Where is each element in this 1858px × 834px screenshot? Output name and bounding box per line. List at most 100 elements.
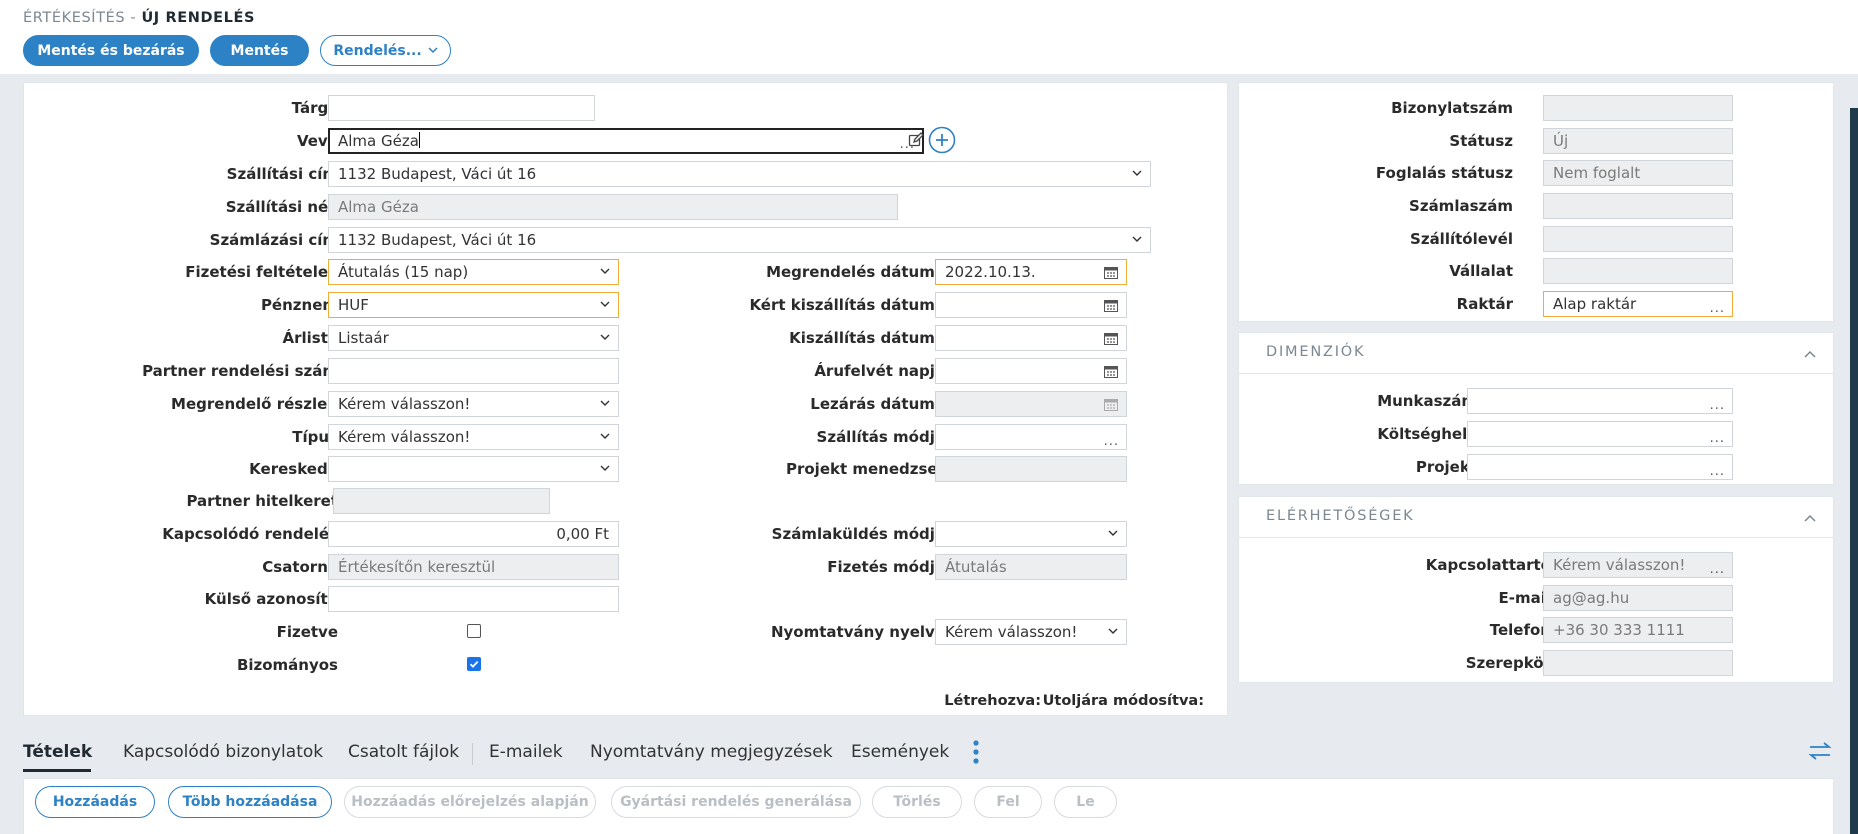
- print-language-select[interactable]: Kérem válasszon!: [935, 619, 1127, 645]
- add-button[interactable]: Hozzáadás: [35, 786, 155, 818]
- more-dots-icon[interactable]: ...: [1710, 399, 1725, 412]
- billing-address-select[interactable]: 1132 Budapest, Váci út 16: [328, 227, 1151, 253]
- company-label: Vállalat: [1449, 262, 1513, 280]
- price-list-select[interactable]: Listaár: [328, 325, 619, 351]
- project-input[interactable]: ...: [1467, 454, 1733, 480]
- calendar-icon[interactable]: [1104, 365, 1118, 378]
- tab-related-documents[interactable]: Kapcsolódó bizonylatok: [123, 740, 323, 764]
- reservation-status-field: Nem foglalt: [1543, 160, 1733, 186]
- more-dots-icon[interactable]: ...: [1710, 563, 1725, 576]
- email-field: ag@ag.hu: [1543, 585, 1733, 611]
- payment-terms-select[interactable]: Átutalás (15 nap): [328, 259, 619, 285]
- tab-emails[interactable]: E-mailek: [489, 740, 563, 764]
- partner-credit-limit-field: [333, 488, 550, 514]
- salesperson-select[interactable]: [328, 456, 619, 482]
- contacts-card: ELÉRHETŐSÉGEK Kapcsolattartó Kérem válas…: [1238, 496, 1834, 683]
- project-manager-label: Projekt menedzser: [785, 460, 945, 478]
- tab-attached-files[interactable]: Csatolt fájlok: [348, 740, 459, 764]
- delivery-date-input[interactable]: [935, 325, 1127, 351]
- goods-receipt-day-label: Árufelvét napja: [814, 362, 945, 380]
- chevron-up-icon[interactable]: [1804, 350, 1816, 358]
- more-dots-icon[interactable]: ...: [1710, 302, 1725, 315]
- subject-input[interactable]: [328, 95, 595, 121]
- invoice-sending-method-label: Számlaküldés módja: [771, 525, 945, 543]
- type-select[interactable]: Kérem válasszon!: [328, 424, 619, 450]
- ordering-department-select[interactable]: Kérem válasszon!: [328, 391, 619, 417]
- commission-checkbox[interactable]: [467, 657, 481, 671]
- job-number-input[interactable]: ...: [1467, 388, 1733, 414]
- customer-input[interactable]: Alma Géza ...: [328, 128, 924, 154]
- requested-delivery-date-input[interactable]: [935, 292, 1127, 318]
- salesperson-label: Kereskedő: [249, 460, 338, 478]
- chevron-down-icon: [600, 400, 610, 406]
- partner-credit-limit-label: Partner hitelkeret: [186, 492, 338, 510]
- delivery-date-label: Kiszállítás dátuma: [789, 329, 945, 347]
- related-order-input[interactable]: 0,00 Ft: [328, 521, 619, 547]
- type-value: Kérem válasszon!: [338, 428, 471, 446]
- chevron-down-icon: [1108, 530, 1118, 536]
- delivery-note-field: [1543, 226, 1733, 252]
- shipping-method-input[interactable]: ...: [935, 424, 1127, 450]
- closing-date-label: Lezárás dátuma: [810, 395, 945, 413]
- breadcrumb-parent[interactable]: ÉRTÉKESÍTÉS -: [23, 10, 136, 26]
- more-dots-icon[interactable]: ...: [1104, 435, 1119, 448]
- add-by-forecast-button: Hozzáadás előrejelzés alapján: [344, 786, 596, 818]
- payment-method-label: Fizetés módja: [827, 558, 945, 576]
- requested-delivery-date-label: Kért kiszállítás dátuma: [749, 296, 945, 314]
- save-and-close-button[interactable]: Mentés és bezárás: [23, 35, 199, 66]
- currency-value: HUF: [338, 296, 369, 314]
- add-customer-icon[interactable]: [928, 126, 956, 154]
- document-info-card: Bizonylatszám Státusz Új Foglalás státus…: [1238, 82, 1834, 322]
- page-scrollbar[interactable]: [1850, 108, 1858, 834]
- paid-checkbox[interactable]: [467, 624, 481, 638]
- delivery-note-label: Szállítólevél: [1410, 230, 1513, 248]
- add-multiple-button[interactable]: Több hozzáadása: [168, 786, 332, 818]
- more-dots-icon[interactable]: ...: [1710, 465, 1725, 478]
- payment-method-field: Átutalás: [935, 554, 1127, 580]
- tab-items[interactable]: Tételek: [23, 740, 92, 764]
- related-order-label: Kapcsolódó rendelés: [162, 525, 338, 543]
- paid-label: Fizetve: [276, 623, 338, 641]
- warehouse-value: Alap raktár: [1553, 295, 1637, 313]
- chevron-down-icon: [600, 465, 610, 471]
- delete-button: Törlés: [872, 786, 962, 818]
- currency-select[interactable]: HUF: [328, 292, 619, 318]
- external-id-input[interactable]: [328, 586, 619, 612]
- calendar-icon[interactable]: [1104, 332, 1118, 345]
- partner-order-number-input[interactable]: [328, 358, 619, 384]
- save-button[interactable]: Mentés: [210, 35, 309, 66]
- order-menu-button[interactable]: Rendelés...: [320, 35, 451, 66]
- order-date-input[interactable]: 2022.10.13.: [935, 259, 1127, 285]
- edit-icon[interactable]: [908, 132, 924, 148]
- calendar-icon[interactable]: [1104, 266, 1118, 279]
- document-number-label: Bizonylatszám: [1391, 99, 1513, 117]
- chevron-down-icon: [1132, 170, 1142, 176]
- commission-label: Bizományos: [236, 656, 338, 674]
- contact-person-input[interactable]: Kérem válasszon! ...: [1543, 552, 1733, 578]
- tab-events[interactable]: Események: [851, 740, 949, 764]
- page-title: ÚJ RENDELÉS: [141, 10, 255, 26]
- divider: [1239, 373, 1833, 374]
- phone-field: +36 30 333 1111: [1543, 617, 1733, 643]
- ordering-department-value: Kérem válasszon!: [338, 395, 471, 413]
- warehouse-input[interactable]: Alap raktár ...: [1543, 291, 1733, 317]
- customer-value: Alma Géza: [338, 132, 419, 150]
- created-label: Létrehozva:: [944, 693, 1041, 709]
- tab-print-notes[interactable]: Nyomtatvány megjegyzések: [590, 740, 833, 764]
- swap-icon[interactable]: [1808, 741, 1832, 761]
- calendar-icon[interactable]: [1104, 299, 1118, 312]
- chevron-up-icon[interactable]: [1804, 514, 1816, 522]
- company-field: [1543, 258, 1733, 284]
- goods-receipt-day-input[interactable]: [935, 358, 1127, 384]
- invoice-sending-method-select[interactable]: [935, 521, 1127, 547]
- more-dots-icon[interactable]: ...: [1710, 432, 1725, 445]
- more-vertical-icon[interactable]: [972, 739, 980, 765]
- shipping-address-select[interactable]: 1132 Budapest, Váci út 16: [328, 161, 1151, 187]
- channel-label: Csatorna: [262, 558, 338, 576]
- billing-address-value: 1132 Budapest, Váci út 16: [338, 231, 537, 249]
- tab-divider: [472, 743, 473, 765]
- cost-center-input[interactable]: ...: [1467, 421, 1733, 447]
- document-number-field: [1543, 95, 1733, 121]
- job-number-label: Munkaszám: [1377, 392, 1477, 410]
- chevron-down-icon: [600, 268, 610, 274]
